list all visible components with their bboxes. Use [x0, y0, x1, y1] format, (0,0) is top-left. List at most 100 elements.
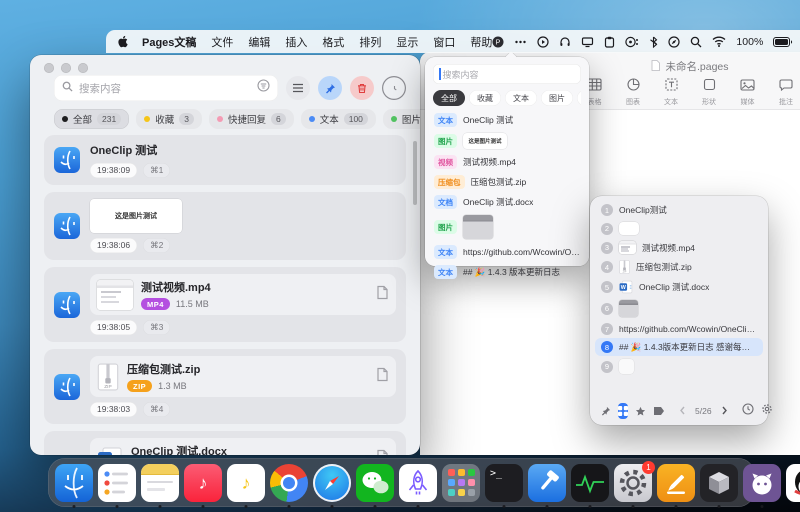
next-page-icon[interactable]	[721, 402, 728, 420]
quick-panel-item-8[interactable]: 9	[595, 356, 763, 377]
popover-item-4[interactable]: 文档OneClip 测试.docx	[425, 192, 589, 212]
dock-qq-music-icon[interactable]: ♪	[227, 464, 265, 502]
menu-item-6[interactable]: 显示	[396, 34, 418, 50]
chart-icon	[627, 78, 640, 96]
minimize-button[interactable]	[61, 63, 71, 73]
pages-tool-图表[interactable]: 图表	[626, 78, 640, 107]
pin-button[interactable]	[318, 76, 342, 100]
filter-chip-3[interactable]: 文本100	[301, 109, 376, 129]
popover-tab-1[interactable]: 收藏	[469, 90, 501, 106]
quick-panel-item-6[interactable]: 7https://github.com/Wcowin/OneClip/relea…	[595, 320, 763, 338]
scrollbar[interactable]	[413, 141, 417, 205]
popover-search-input[interactable]: 搜索内容	[433, 64, 581, 84]
history-button[interactable]	[382, 76, 406, 100]
pages-tool-表格[interactable]: 表格	[587, 78, 602, 107]
wifi-icon[interactable]	[712, 36, 726, 47]
dock-activity-monitor-icon[interactable]	[571, 464, 609, 502]
dock-rocket-app-icon[interactable]	[399, 464, 437, 502]
popover-item-2[interactable]: 视频测试视频.mp4	[425, 152, 589, 172]
menu-item-3[interactable]: 插入	[285, 34, 307, 50]
pages-tool-形状[interactable]: 形状	[702, 78, 716, 107]
pin-icon[interactable]	[601, 403, 611, 419]
traffic-lights[interactable]	[44, 63, 88, 73]
bluetooth-icon[interactable]	[649, 36, 658, 48]
settings-gear-icon[interactable]	[761, 402, 773, 420]
search-icon[interactable]	[690, 36, 702, 48]
lens-icon[interactable]	[625, 36, 639, 48]
dock-chrome-icon[interactable]	[270, 464, 308, 502]
file-icon	[376, 449, 389, 456]
trash-button[interactable]	[350, 76, 374, 100]
grid-view-icon[interactable]	[618, 403, 628, 419]
headphones-icon[interactable]	[559, 36, 571, 48]
dock-music-icon[interactable]: ♪	[184, 464, 222, 502]
menu-item-2[interactable]: 编辑	[248, 34, 270, 50]
popover-tab-2[interactable]: 文本	[505, 90, 537, 106]
popover-tab-0[interactable]: 全部	[433, 90, 465, 106]
dock-launchpad-icon[interactable]	[442, 464, 480, 502]
dock-terminal-icon[interactable]: >_	[485, 464, 523, 502]
battery-icon[interactable]	[773, 37, 793, 47]
popover-item-3[interactable]: 压缩包压缩包测试.zip	[425, 172, 589, 192]
menu-item-0[interactable]: Pages文稿	[142, 34, 196, 50]
dock-cube-app-icon[interactable]	[700, 464, 738, 502]
search-input[interactable]: 搜索内容	[54, 75, 278, 101]
filter-chip-0[interactable]: 全部231	[54, 109, 129, 129]
quick-panel-item-0[interactable]: 1OneClip测试	[595, 201, 763, 219]
popover-tab-3[interactable]: 图片	[541, 90, 573, 106]
clipboard-item-3[interactable]: ZIP压缩包测试.zipZIP1.3 MB19:38:03⌘4	[44, 349, 406, 424]
dock-finder-icon[interactable]	[55, 464, 93, 502]
popover-item-7[interactable]: 文本## 🎉 1.4.3 版本更新日志	[425, 262, 589, 282]
dock-safari-icon[interactable]	[313, 464, 351, 502]
clipboard-item-0[interactable]: OneClip 测试19:38:09⌘1	[44, 135, 406, 185]
dock-system-settings-icon[interactable]: 1	[614, 464, 652, 502]
dock-pages-icon[interactable]	[657, 464, 695, 502]
quick-panel-item-7[interactable]: 8## 🎉 1.4.3版本更新日志 感谢每一位曾经和未...	[595, 338, 763, 356]
menu-item-8[interactable]: 帮助	[470, 34, 492, 50]
popover-item-6[interactable]: 文本https://github.com/Wcowin/OneClip/r...	[425, 242, 589, 262]
menu-item-1[interactable]: 文件	[211, 34, 233, 50]
pages-tool-批注[interactable]: 批注	[779, 78, 793, 107]
p-circle-icon[interactable]: P	[492, 36, 504, 48]
compass-icon[interactable]	[668, 36, 680, 48]
list-view-button[interactable]	[286, 76, 310, 100]
clipboard-icon[interactable]	[604, 36, 615, 48]
dock-notes-icon[interactable]	[141, 464, 179, 502]
clipboard-item-1[interactable]: 这是图片测试19:38:06⌘2	[44, 192, 406, 260]
pages-tool-文本[interactable]: 文本	[664, 78, 678, 107]
display-icon[interactable]	[581, 36, 594, 48]
dock-github-icon[interactable]	[743, 464, 781, 502]
menu-item-5[interactable]: 排列	[359, 34, 381, 50]
menu-item-7[interactable]: 窗口	[433, 34, 455, 50]
filter-chip-4[interactable]: 图片120	[383, 109, 420, 129]
clipboard-item-2[interactable]: 测试视频.mp4MP411.5 MB19:38:05⌘3	[44, 267, 406, 342]
filter-chip-2[interactable]: 快捷回复6	[209, 109, 294, 129]
history-icon[interactable]	[742, 402, 754, 420]
filter-icon[interactable]	[257, 79, 270, 97]
quick-panel-item-3[interactable]: 4ZIP压缩包测试.zip	[595, 257, 763, 277]
quick-panel-item-2[interactable]: 3测试视频.mp4	[595, 238, 763, 257]
dock-reminders-icon[interactable]	[98, 464, 136, 502]
quick-panel-item-5[interactable]: 6	[595, 297, 763, 320]
dock-wechat-icon[interactable]	[356, 464, 394, 502]
pages-tool-媒体[interactable]: 媒体	[740, 78, 755, 107]
star-icon[interactable]	[635, 403, 646, 419]
popover-item-5[interactable]: 图片	[425, 212, 589, 242]
tags-icon[interactable]	[653, 403, 665, 419]
popover-item-0[interactable]: 文本OneClip 测试	[425, 110, 589, 130]
filter-chip-1[interactable]: 收藏3	[136, 109, 202, 129]
popover-tab-4[interactable]: 文档	[577, 90, 581, 106]
ellipsis-icon[interactable]	[514, 36, 527, 48]
quick-panel-item-1[interactable]: 2	[595, 219, 763, 238]
quick-panel-item-4[interactable]: 5WOneClip 测试.docx	[595, 277, 763, 297]
play-circle-icon[interactable]	[537, 36, 549, 48]
dock-xcode-icon[interactable]	[528, 464, 566, 502]
dock-qq-icon[interactable]	[786, 464, 800, 502]
popover-item-1[interactable]: 图片这是图片测试	[425, 130, 589, 152]
zoom-button[interactable]	[78, 63, 88, 73]
prev-page-icon[interactable]	[679, 402, 686, 420]
clipboard-item-4[interactable]: WOneClip 测试.docxDOCX265 KB19:38:01⌘5	[44, 431, 406, 455]
menu-item-4[interactable]: 格式	[322, 34, 344, 50]
close-button[interactable]	[44, 63, 54, 73]
apple-menu-icon[interactable]	[116, 35, 129, 48]
